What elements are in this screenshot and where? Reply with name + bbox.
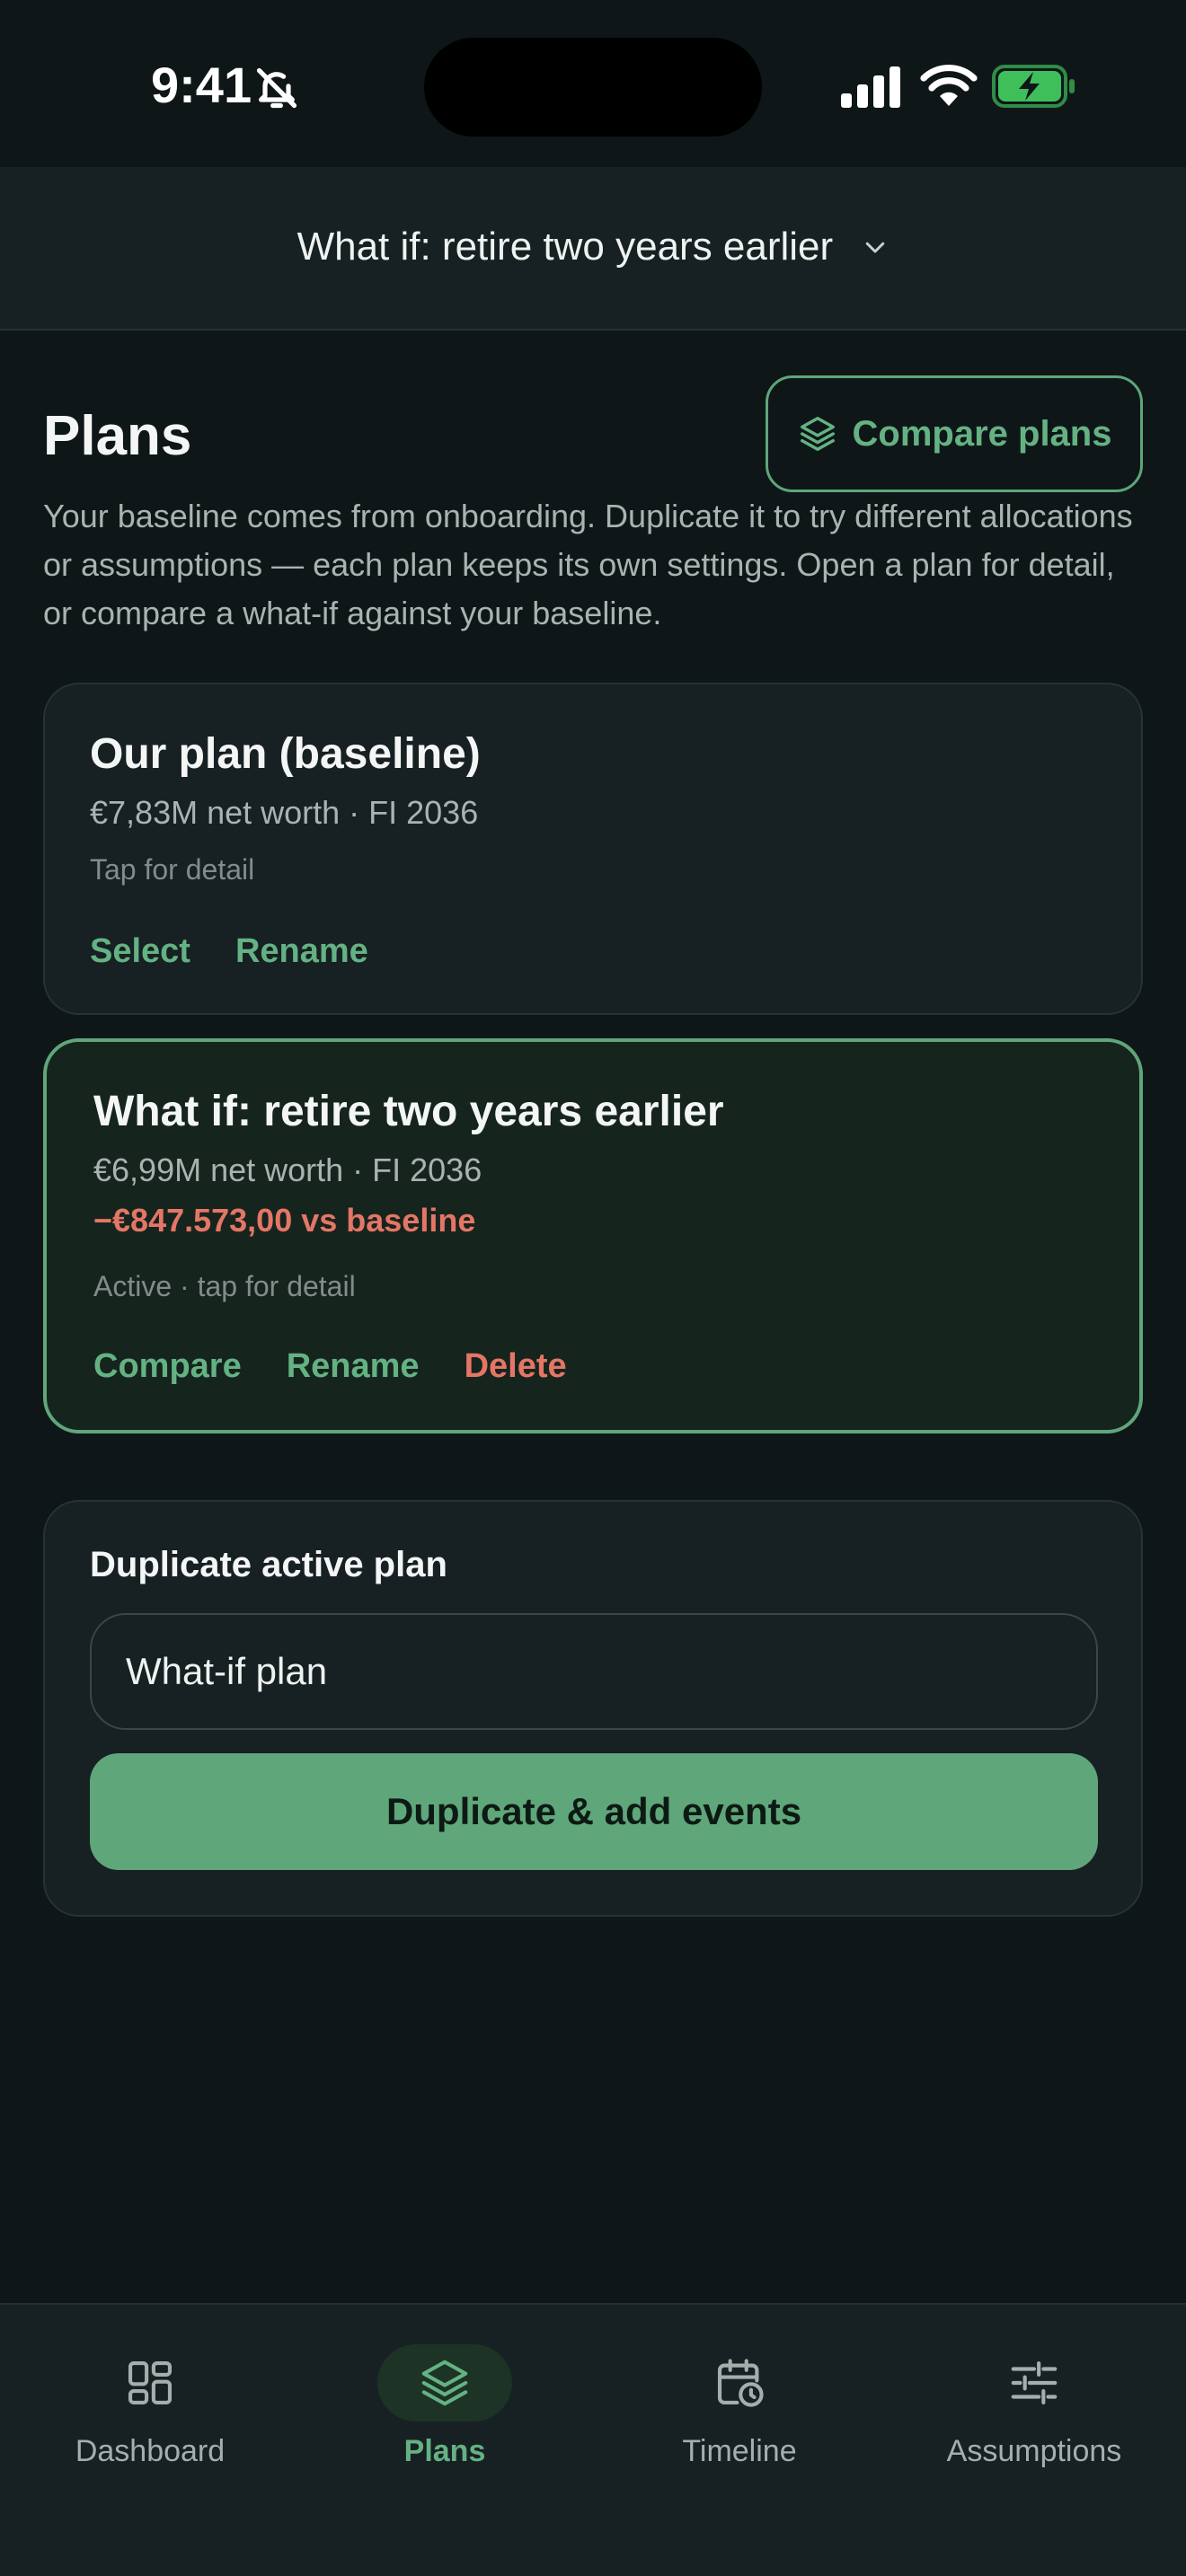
chevron-down-icon <box>866 243 885 253</box>
grid-icon <box>128 2360 173 2405</box>
plan-hint: Tap for detail <box>90 853 255 886</box>
sliders-icon <box>1011 2360 1058 2405</box>
plan-card-active[interactable]: What if: retire two years earlier €6,99M… <box>43 1038 1143 1434</box>
tab-label: Timeline <box>682 2434 797 2468</box>
layers-icon <box>800 417 835 451</box>
plan-hint: Active · tap for detail <box>93 1270 356 1302</box>
rename-plan-button[interactable]: Rename <box>287 1347 420 1386</box>
duplicate-plan-card: Duplicate active plan Duplicate & add ev… <box>43 1500 1143 1917</box>
status-time: 9:41 <box>151 57 252 113</box>
delete-plan-button[interactable]: Delete <box>465 1347 567 1386</box>
tab-plans[interactable]: Plans <box>296 2305 593 2520</box>
duplicate-add-events-button[interactable]: Duplicate & add events <box>90 1753 1098 1870</box>
tab-label: Plans <box>403 2434 486 2468</box>
plan-actions: Compare Rename Delete <box>93 1347 567 1386</box>
layers-icon <box>421 2360 468 2406</box>
calendar-clock-icon <box>717 2359 764 2407</box>
tab-label: Assumptions <box>946 2434 1122 2468</box>
plan-switcher-header[interactable]: What if: retire two years earlier <box>0 167 1186 331</box>
plan-actions: Select Rename <box>90 932 368 971</box>
plan-name: What if: retire two years earlier <box>93 1088 724 1135</box>
plan-summary: €6,99M net worth · FI 2036 <box>93 1151 482 1188</box>
plan-summary: €7,83M net worth · FI 2036 <box>90 794 479 831</box>
rename-plan-button[interactable]: Rename <box>235 932 368 971</box>
plans-intro-text: Your baseline comes from onboarding. Dup… <box>43 498 1133 631</box>
plan-card-baseline[interactable]: Our plan (baseline) €7,83M net worth · F… <box>43 683 1143 1015</box>
duplicate-plan-title: Duplicate active plan <box>90 1545 447 1584</box>
status-bar: 9:41 <box>0 0 1186 167</box>
plan-name: Our plan (baseline) <box>90 730 481 778</box>
signal-icon <box>841 66 900 108</box>
tab-dashboard[interactable]: Dashboard <box>2 2305 298 2520</box>
plan-name-input[interactable] <box>90 1613 1098 1730</box>
active-plan-title: What if: retire two years earlier <box>296 225 834 269</box>
compare-plan-button[interactable]: Compare <box>93 1347 242 1386</box>
tab-label: Dashboard <box>75 2434 226 2468</box>
bell-slash-icon <box>256 67 297 109</box>
tab-bar: Dashboard Plans Timeline Assumptions <box>0 2303 1186 2576</box>
page-title: Plans <box>43 405 192 467</box>
active-plan-selector[interactable]: What if: retire two years earlier <box>0 223 1186 269</box>
select-plan-button[interactable]: Select <box>90 932 190 971</box>
plan-delta-vs-baseline: −€847.573,00 vs baseline <box>93 1202 476 1239</box>
plans-screen: 9:41 What if: retire two years earlier P… <box>0 0 1186 2576</box>
battery-charging-icon <box>992 65 1075 108</box>
tab-timeline[interactable]: Timeline <box>591 2305 888 2520</box>
dynamic-island <box>424 38 762 137</box>
tab-assumptions[interactable]: Assumptions <box>886 2305 1182 2520</box>
compare-plans-label: Compare plans <box>852 413 1112 454</box>
wifi-icon <box>920 64 978 106</box>
compare-plans-button[interactable]: Compare plans <box>766 375 1143 492</box>
